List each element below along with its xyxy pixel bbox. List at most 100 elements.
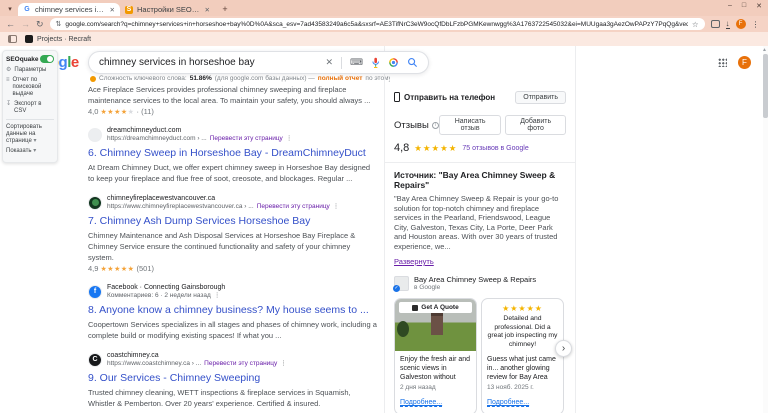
result-domain[interactable]: dreamchimneyduct.com <box>107 127 292 135</box>
reviews-label: Отзывы <box>394 120 429 131</box>
google-reviews-link[interactable]: 75 отзывов в Google <box>462 145 528 152</box>
voice-search-icon[interactable] <box>371 57 380 69</box>
tab-close-icon[interactable]: ✕ <box>110 6 115 14</box>
review-count: · (11) <box>137 107 154 116</box>
translate-link[interactable]: Перевести эту страницу <box>204 360 277 368</box>
expand-link[interactable]: Развернуть <box>394 257 434 266</box>
facebook-favicon-icon: f <box>88 285 102 299</box>
write-review-button[interactable]: Написать отзыв <box>439 115 502 135</box>
clear-icon[interactable]: ✕ <box>325 57 333 68</box>
search-query[interactable]: chimney services in horseshoe bay <box>99 57 325 68</box>
tab-title: Настройки SEOquake <box>137 5 200 14</box>
google-apps-icon[interactable] <box>718 58 727 67</box>
bookmark-star-icon[interactable]: ☆ <box>692 20 699 29</box>
business-row[interactable]: ✓ Bay Area Chimney Sweep & Repairs в Goo… <box>394 275 566 291</box>
seoquake-parameters-item[interactable]: ⚙ Параметры <box>6 67 54 74</box>
download-icon[interactable]: ↓ <box>726 20 730 29</box>
more-link[interactable]: Подробнее... <box>487 399 529 407</box>
search-result: dreamchimneyduct.com https://dreamchimne… <box>88 126 377 184</box>
divider <box>341 57 342 69</box>
post-card[interactable]: Get A Quote Enjoy the fresh air and scen… <box>394 298 477 413</box>
snippet-text: Chimney Maintenance and Ash Disposal Ser… <box>88 230 377 263</box>
export-icon: ↧ <box>6 101 11 115</box>
more-link[interactable]: Подробнее... <box>400 399 442 407</box>
browser-menu-icon[interactable]: ⋮ <box>752 20 760 29</box>
send-button[interactable]: Отправить <box>515 91 566 104</box>
business-logo: ✓ <box>394 276 409 291</box>
chevron-down-icon: ▾ <box>33 138 36 144</box>
new-tab-button[interactable]: + <box>219 3 231 15</box>
rating-value: 4,8 <box>394 142 409 154</box>
scroll-up-icon[interactable]: ▲ <box>762 47 767 53</box>
search-results-page: Google SEOquake ⚙ Параметры ≡ Отчет по п… <box>0 46 768 413</box>
item-label: Отчет по поисковой выдаче <box>13 77 54 98</box>
star-icons: ★★★★★ <box>414 143 457 154</box>
logo-mini-icon <box>412 305 418 311</box>
result-snippet-partial: Ace Fireplace Services provides professi… <box>88 84 377 116</box>
keyboard-icon[interactable]: ⌨ <box>350 57 363 68</box>
side-panel-icon[interactable] <box>711 20 720 28</box>
seoquake-sort-dropdown[interactable]: Сортировать данные на странице ▾ <box>6 124 54 145</box>
forward-icon[interactable]: → <box>21 20 30 29</box>
seoquake-serp-report-item[interactable]: ≡ Отчет по поисковой выдаче <box>6 77 54 98</box>
seoquake-export-csv-item[interactable]: ↧ Экспорт в CSV <box>6 101 54 115</box>
result-menu-icon[interactable]: ⋮ <box>214 292 221 300</box>
result-title-link[interactable]: 8. Anyone know a chimney business? My ho… <box>88 303 377 317</box>
bookmark-projects-recraft[interactable]: Projects · Recraft <box>25 35 91 43</box>
divider <box>6 119 54 120</box>
page-scrollbar[interactable]: ▲ <box>763 46 768 413</box>
knowledge-panel: Отправить на телефон Отправить Отзывы i … <box>384 46 576 413</box>
tab-seoquake-settings[interactable]: S Настройки SEOquake ✕ <box>120 3 215 16</box>
result-menu-icon[interactable]: ⋮ <box>286 135 293 143</box>
result-title-link[interactable]: 7. Chimney Ash Dump Services Horseshoe B… <box>88 214 377 228</box>
search-icon[interactable] <box>407 57 418 68</box>
result-domain[interactable]: chimneyfireplacewestvancouver.ca <box>107 195 339 203</box>
result-title-link[interactable]: 6. Chimney Sweep in Horseshoe Bay - Drea… <box>88 146 377 160</box>
seoquake-show-dropdown[interactable]: Показать ▾ <box>6 148 54 155</box>
minimize-button[interactable]: – <box>728 2 732 10</box>
window-controls: – □ ✕ <box>728 2 762 10</box>
bookmarks-bar: Projects · Recraft <box>0 32 768 46</box>
business-name: Bay Area Chimney Sweep & Repairs <box>414 275 536 284</box>
translate-link[interactable]: Перевести эту страницу <box>210 135 283 143</box>
tab-search-button[interactable]: ▾ <box>4 3 16 15</box>
tab-title: chimney services in horseshoe <box>35 5 105 14</box>
google-favicon-icon: G <box>23 6 31 14</box>
site-favicon-icon <box>88 128 102 142</box>
review-count: (501) <box>137 264 155 273</box>
account-avatar[interactable]: F <box>738 56 751 69</box>
maximize-button[interactable]: □ <box>742 2 746 10</box>
review-quote-block: ★★★★★ Detailed and professional. Did a g… <box>482 299 563 351</box>
post-card[interactable]: ★★★★★ Detailed and professional. Did a g… <box>481 298 564 413</box>
result-title-link[interactable]: 9. Our Services - Chimney Sweeping <box>88 371 377 385</box>
site-info-icon[interactable]: ⇅ <box>56 20 62 28</box>
bookmarks-panel-icon[interactable] <box>8 35 17 43</box>
gear-icon: ⚙ <box>6 67 11 74</box>
search-box[interactable]: chimney services in horseshoe bay ✕ ⌨ <box>88 51 429 74</box>
site-favicon-icon <box>88 196 102 210</box>
info-icon[interactable]: i <box>432 122 439 129</box>
seoquake-toggle[interactable] <box>40 55 54 63</box>
translate-link[interactable]: Перевести эту страницу <box>257 203 330 211</box>
add-photo-button[interactable]: Добавить фото <box>505 115 566 135</box>
google-lens-icon[interactable] <box>388 57 399 68</box>
result-meta: Комментариев: 6 · 2 недели назад <box>107 292 211 300</box>
business-quote: "Bay Area Chimney Sweep & Repair is your… <box>394 194 566 251</box>
kd-full-report-link[interactable]: полный отчет <box>318 75 363 82</box>
address-bar[interactable]: ⇅ google.com/search?q=chimney+services+i… <box>50 18 705 30</box>
result-menu-icon[interactable]: ⋮ <box>280 360 287 368</box>
kd-text: Сложность ключевого слова: <box>99 75 187 82</box>
item-label: Параметры <box>14 67 46 74</box>
close-window-button[interactable]: ✕ <box>756 2 762 10</box>
result-domain[interactable]: Facebook · Connecting Gainsborough <box>107 284 225 292</box>
browser-avatar[interactable]: F <box>736 19 746 29</box>
scrollbar-thumb[interactable] <box>763 54 768 118</box>
result-menu-icon[interactable]: ⋮ <box>333 203 340 211</box>
back-icon[interactable]: ← <box>6 20 15 29</box>
tab-close-icon[interactable]: ✕ <box>205 6 210 14</box>
carousel-next-button[interactable]: › <box>555 340 572 357</box>
reload-icon[interactable]: ↻ <box>36 20 44 29</box>
search-result: f Facebook · Connecting Gainsborough Ком… <box>88 283 377 341</box>
tab-current[interactable]: G chimney services in horseshoe ✕ <box>18 3 120 16</box>
result-domain[interactable]: coastchimney.ca <box>107 352 287 360</box>
